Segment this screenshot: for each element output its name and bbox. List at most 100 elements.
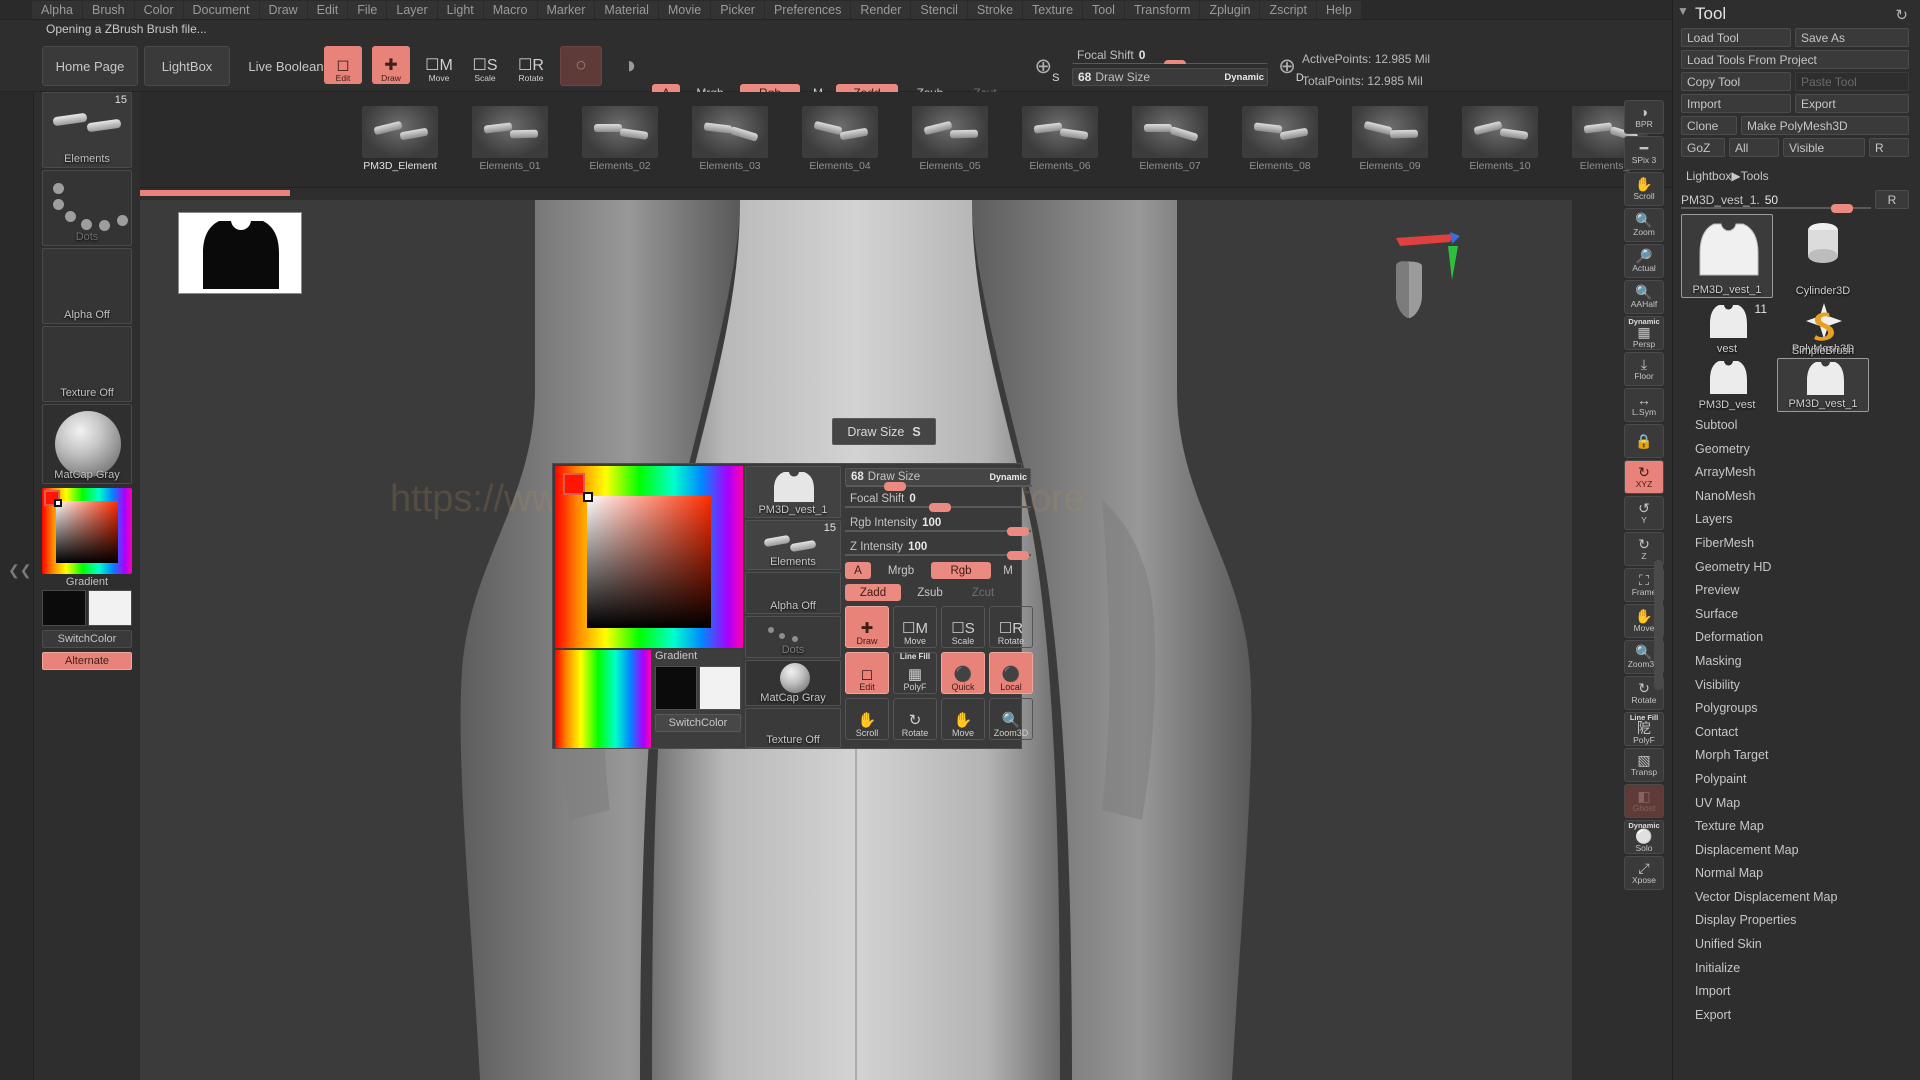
menu-item-file[interactable]: File <box>348 0 387 19</box>
popup-local-button[interactable]: ⚫ Local <box>989 652 1033 694</box>
alpha-swatch[interactable]: Alpha Off <box>42 248 132 324</box>
popup-quick-button[interactable]: ⚫ Quick <box>941 652 985 694</box>
tool-submenu-morph-target[interactable]: Morph Target <box>1687 744 1917 768</box>
rail-button-zoom[interactable]: 🔍 Zoom <box>1624 208 1664 242</box>
popup-rotate3d-button[interactable]: ↻ Rotate <box>893 698 937 740</box>
tool-submenu-display-properties[interactable]: Display Properties <box>1687 909 1917 933</box>
menu-item-texture[interactable]: Texture <box>1023 0 1083 19</box>
rail-button-transp[interactable]: ▧ Transp <box>1624 748 1664 782</box>
tool-thumb-simplebrush[interactable]: SimpleBrush <box>1777 312 1869 358</box>
goz-r-button[interactable]: R <box>1869 138 1909 157</box>
popup-color-picker[interactable] <box>555 466 743 648</box>
tool-submenu-surface[interactable]: Surface <box>1687 603 1917 627</box>
popup-sv-marker[interactable] <box>583 492 593 502</box>
material-swatch[interactable]: MatCap Gray <box>42 404 132 484</box>
brush-item-10[interactable]: Elements_10 <box>1452 96 1548 172</box>
rotate-button[interactable]: ☐R Rotate <box>512 46 550 84</box>
tool-submenu-nanomesh[interactable]: NanoMesh <box>1687 485 1917 509</box>
tool-thumb-pm3d-vest[interactable]: PM3D_vest <box>1681 358 1773 412</box>
refresh-icon[interactable]: ↻ <box>1895 6 1908 24</box>
brush-item-6[interactable]: Elements_06 <box>1012 96 1108 172</box>
popup-chip-zsub[interactable]: Zsub <box>905 584 955 601</box>
material-preview-button[interactable]: ◑ <box>608 46 650 86</box>
tool-submenu-polygroups[interactable]: Polygroups <box>1687 697 1917 721</box>
rail-button-spix-3[interactable]: ━ SPix 3 <box>1624 136 1664 170</box>
goz-button[interactable]: GoZ <box>1681 138 1725 157</box>
draw-button[interactable]: ✚ Draw <box>372 46 410 84</box>
popup-primary-color[interactable] <box>655 666 697 710</box>
menu-item-zplugin[interactable]: Zplugin <box>1200 0 1260 19</box>
menu-item-preferences[interactable]: Preferences <box>764 0 851 19</box>
tool-submenu-deformation[interactable]: Deformation <box>1687 626 1917 650</box>
dynamic-badge[interactable]: Dynamic <box>1224 72 1264 83</box>
rail-button-aahalf[interactable]: 🔍 AAHalf <box>1624 280 1664 314</box>
alternate-button[interactable]: Alternate <box>42 652 132 670</box>
menu-item-brush[interactable]: Brush <box>82 0 134 19</box>
tool-submenu-polypaint[interactable]: Polypaint <box>1687 768 1917 792</box>
draw-size-slider[interactable]: 68 Draw Size Dynamic <box>1072 68 1268 86</box>
sv-marker[interactable] <box>54 499 62 507</box>
brush-item-3[interactable]: Elements_03 <box>682 96 778 172</box>
load-tool-button[interactable]: Load Tool <box>1681 28 1791 47</box>
texture-swatch[interactable]: Texture Off <box>42 326 132 402</box>
tool-submenu-visibility[interactable]: Visibility <box>1687 674 1917 698</box>
popup-chip-mrgb[interactable]: Mrgb <box>875 562 927 579</box>
tool-thumb-vest[interactable]: 11 vest <box>1681 300 1773 356</box>
menu-item-edit[interactable]: Edit <box>307 0 348 19</box>
tool-submenu-masking[interactable]: Masking <box>1687 650 1917 674</box>
menu-item-draw[interactable]: Draw <box>259 0 307 19</box>
popup-switch-color-button[interactable]: SwitchColor <box>655 714 741 732</box>
rail-button-xpose[interactable]: ⤢ Xpose <box>1624 856 1664 890</box>
rail-button-bpr[interactable]: ◑ BPR <box>1624 100 1664 134</box>
popup-rotate-button[interactable]: ☐R Rotate <box>989 606 1033 648</box>
rail-button-xyz[interactable]: ↻ XYZ <box>1624 460 1664 494</box>
rail-button-l-sym[interactable]: ↔ L.Sym <box>1624 388 1664 422</box>
menu-item-picker[interactable]: Picker <box>711 0 764 19</box>
brush-item-2[interactable]: Elements_02 <box>572 96 668 172</box>
menu-item-layer[interactable]: Layer <box>387 0 437 19</box>
popup-draw-button[interactable]: ✚ Draw <box>845 606 889 648</box>
color-picker[interactable] <box>42 488 132 574</box>
paste-tool-button[interactable]: Paste Tool <box>1795 72 1909 91</box>
popup-move3d-button[interactable]: ✋ Move <box>941 698 985 740</box>
goz-all-button[interactable]: All <box>1729 138 1779 157</box>
menu-item-help[interactable]: Help <box>1316 0 1361 19</box>
save-as-button[interactable]: Save As <box>1795 28 1909 47</box>
stroke-swatch[interactable]: Dots <box>42 170 132 246</box>
menu-item-stencil[interactable]: Stencil <box>911 0 967 19</box>
tool-item-r-button[interactable]: R <box>1875 190 1909 209</box>
brush-item-8[interactable]: Elements_08 <box>1232 96 1328 172</box>
brush-item-0[interactable]: PM3D_Element <box>352 96 448 172</box>
edit-button[interactable]: ◻ Edit <box>324 46 362 84</box>
tool-submenu-geometry[interactable]: Geometry <box>1687 438 1917 462</box>
rail-button-ghost[interactable]: ◧ Ghost <box>1624 784 1664 818</box>
popup-tool-swatch[interactable]: PM3D_vest_1 <box>745 466 841 518</box>
brush-item-5[interactable]: Elements_05 <box>902 96 998 172</box>
tool-submenu-preview[interactable]: Preview <box>1687 579 1917 603</box>
menu-item-stroke[interactable]: Stroke <box>967 0 1023 19</box>
tool-submenu-unified-skin[interactable]: Unified Skin <box>1687 933 1917 957</box>
popup-chip-a[interactable]: A <box>845 562 871 579</box>
switch-color-button[interactable]: SwitchColor <box>42 630 132 648</box>
popup-hue-marker[interactable] <box>563 473 585 495</box>
popup-move-button[interactable]: ☐M Move <box>893 606 937 648</box>
menu-item-document[interactable]: Document <box>183 0 259 19</box>
load-tools-from-project-button[interactable]: Load Tools From Project <box>1681 50 1909 69</box>
popup-dynamic-badge[interactable]: Dynamic <box>989 472 1027 482</box>
menu-item-zscript[interactable]: Zscript <box>1260 0 1316 19</box>
gradient-secondary-color[interactable] <box>88 590 132 626</box>
tool-thumb-cylinder3d[interactable]: Cylinder3D <box>1777 214 1869 298</box>
rail-button-transp-lock-icon[interactable]: 🔒 <box>1624 424 1664 458</box>
tool-thumb-pm3d-vest-1[interactable]: PM3D_vest_1 <box>1681 214 1773 298</box>
brush-swatch[interactable]: 15 Elements <box>42 92 132 168</box>
popup-focal-shift-slider[interactable]: Focal Shift 0 <box>845 490 1031 512</box>
rail-button-floor[interactable]: ⤓ Floor <box>1624 352 1664 386</box>
popup-brush-swatch[interactable]: 15 Elements <box>745 520 841 570</box>
rail-button-polyf[interactable]: Line Fill 阸 PolyF <box>1624 712 1664 746</box>
tool-submenu-uv-map[interactable]: UV Map <box>1687 792 1917 816</box>
menu-item-render[interactable]: Render <box>851 0 911 19</box>
rail-button-solo[interactable]: Dynamic ⚪ Solo <box>1624 820 1664 854</box>
rail-button-persp[interactable]: Dynamic ▦ Persp <box>1624 316 1664 350</box>
tool-submenu-subtool[interactable]: Subtool <box>1687 414 1917 438</box>
tool-submenu-displacement-map[interactable]: Displacement Map <box>1687 839 1917 863</box>
